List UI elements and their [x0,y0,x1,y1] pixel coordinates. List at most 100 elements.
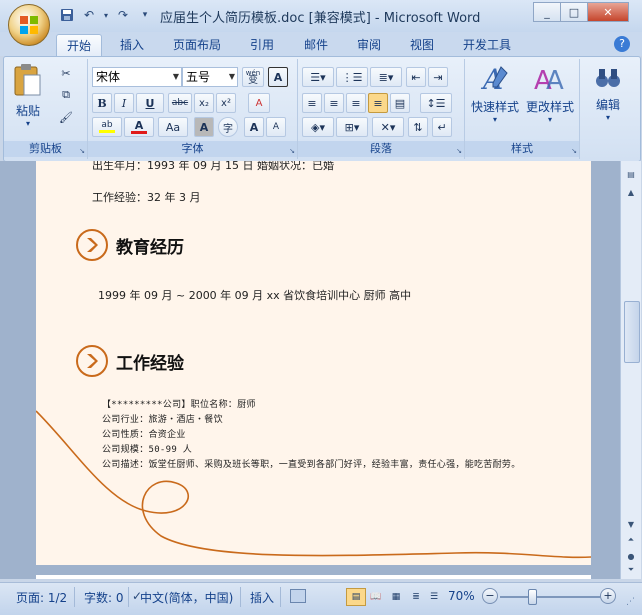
shrink-font-button[interactable]: A [266,117,286,137]
decrease-indent-button[interactable]: ⇤ [406,67,426,87]
title-bar: ↶ ▾ ↷ ▾ 应届生个人简历模板.doc [兼容模式] - Microsoft… [0,0,642,33]
highlight-button[interactable]: ab [92,117,122,137]
word-count[interactable]: 字数: 0 [84,589,124,606]
zoom-slider-thumb[interactable] [528,589,537,605]
font-name-combo[interactable]: 宋体 ▼ [92,67,182,87]
scroll-up-button[interactable]: ▲ [623,185,639,199]
outline-view-icon[interactable]: ≣ [406,588,426,606]
ruler-toggle-icon[interactable]: ▤ [623,167,639,181]
superscript-button[interactable]: x² [216,93,236,113]
print-layout-view-icon[interactable]: ▤ [346,588,366,606]
grow-font-button[interactable]: A [244,117,264,137]
scroll-down-button[interactable]: ▼ [623,517,639,531]
multilevel-list-button[interactable]: ≣▾ [370,67,402,87]
font-launcher-icon[interactable]: ↘ [289,147,295,155]
resize-grip-icon[interactable]: ⋰ [626,597,635,607]
strikethrough-button[interactable]: abc [168,93,192,113]
align-center-button[interactable]: ≡ [324,93,344,113]
scroll-thumb[interactable] [624,301,640,363]
justify-button[interactable]: ≡ [368,93,388,113]
full-screen-reading-icon[interactable]: 📖 [366,588,386,606]
underline-button[interactable]: U [136,93,164,113]
customize-qat-icon[interactable]: ▾ [136,6,154,24]
undo-dropdown-icon[interactable]: ▾ [102,6,110,24]
font-size-dropdown-icon[interactable]: ▼ [229,68,235,86]
paste-button[interactable]: 粘贴 ▾ [10,63,46,128]
bold-button[interactable]: B [92,93,112,113]
paste-icon [14,64,41,96]
shading-button[interactable]: ◈▾ [302,117,334,137]
tab-review[interactable]: 审阅 [347,34,391,56]
tab-developer[interactable]: 开发工具 [453,34,521,56]
tab-insert[interactable]: 插入 [110,34,154,56]
font-size-combo[interactable]: 五号 ▼ [182,67,238,87]
zoom-in-button[interactable]: + [600,588,616,604]
next-page-button[interactable]: ⏷ [623,563,639,577]
change-styles-dropdown-icon[interactable]: ▾ [523,115,577,124]
paragraph-group: ☰▾ ⋮☰ ≣▾ ⇤ ⇥ ≡ ≡ ≡ ≡ ▤ ↕☰ ◈▾ ⊞▾ ✕▾ ⇅ ↵ 段… [298,59,465,159]
font-name-dropdown-icon[interactable]: ▼ [173,68,179,86]
quick-styles-icon: A [480,63,508,96]
styles-launcher-icon[interactable]: ↘ [571,147,577,155]
change-styles-button[interactable]: AA 更改样式 ▾ [523,63,577,124]
zoom-out-button[interactable]: − [482,588,498,604]
quick-styles-dropdown-icon[interactable]: ▾ [469,115,521,124]
clear-formatting-button[interactable]: A [248,93,270,113]
browse-object-button[interactable]: ● [623,549,639,563]
align-left-button[interactable]: ≡ [302,93,322,113]
quick-styles-button[interactable]: A 快速样式 ▾ [469,63,521,124]
sort-button[interactable]: ⇅ [408,117,428,137]
italic-button[interactable]: I [114,93,134,113]
close-button[interactable]: ✕ [587,2,629,22]
clipboard-launcher-icon[interactable]: ↘ [79,147,85,155]
increase-indent-button[interactable]: ⇥ [428,67,448,87]
office-button[interactable] [8,4,50,46]
work-line: 公司规模：50-99 人 [102,445,193,455]
editing-button[interactable]: 编辑 ▾ [586,63,630,122]
language-indicator[interactable]: 中文(简体，中国) [140,589,233,606]
enclose-characters-button[interactable]: 字 [218,117,238,137]
change-case-button[interactable]: Aa [158,117,188,137]
draft-view-icon[interactable]: ☰ [424,588,444,606]
subscript-button[interactable]: x₂ [194,93,214,113]
show-marks-button[interactable]: ↵ [432,117,452,137]
macro-record-icon[interactable] [290,589,306,603]
zoom-slider-track[interactable] [500,596,600,598]
previous-page-button[interactable]: ⏶ [623,533,639,547]
numbering-button[interactable]: ⋮☰ [336,67,368,87]
insert-mode[interactable]: 插入 [250,589,274,606]
work-line: 公司描述：饭堂任厨师、采购及班长等职，一直受到各部门好评，经验丰富，责任心强，能… [102,460,521,470]
cut-icon[interactable]: ✂ [56,63,76,83]
document-page[interactable]: 出生年月：1993 年 09 月 15 日 婚姻状况：已婚 工作经验：32 年 … [36,161,591,565]
borders-button[interactable]: ⊞▾ [336,117,368,137]
font-color-button[interactable]: A [124,117,154,137]
redo-icon[interactable]: ↷ [114,6,132,24]
editing-dropdown-icon[interactable]: ▾ [586,113,630,122]
vertical-scrollbar[interactable]: ▤ ▲ ▼ ⏶ ● ⏷ [620,161,641,579]
chinese-layout-button[interactable]: ✕▾ [372,117,404,137]
tab-mailings[interactable]: 邮件 [294,34,338,56]
format-painter-icon[interactable]: 🖌 [56,107,76,127]
zoom-level[interactable]: 70% [448,589,475,603]
distributed-button[interactable]: ▤ [390,93,410,113]
minimize-button[interactable]: _ [533,2,561,22]
tab-view[interactable]: 视图 [400,34,444,56]
tab-page-layout[interactable]: 页面布局 [163,34,231,56]
copy-icon[interactable]: ⧉ [56,85,76,105]
character-border-button[interactable]: A [268,67,288,87]
align-right-button[interactable]: ≡ [346,93,366,113]
web-layout-icon[interactable]: ▦ [386,588,406,606]
undo-icon[interactable]: ↶ [80,6,98,24]
paste-dropdown-icon[interactable]: ▾ [10,119,46,128]
page-count[interactable]: 页面: 1/2 [16,589,67,606]
tab-references[interactable]: 引用 [240,34,284,56]
bullets-button[interactable]: ☰▾ [302,67,334,87]
line-spacing-button[interactable]: ↕☰ [420,93,452,113]
paragraph-launcher-icon[interactable]: ↘ [456,147,462,155]
tab-home[interactable]: 开始 [56,34,103,57]
maximize-button[interactable]: □ [560,2,588,22]
save-icon[interactable] [58,6,76,24]
phonetic-guide-button[interactable]: wén 变 [242,67,264,87]
help-icon[interactable]: ? [614,36,630,52]
character-shading-button[interactable]: A [194,117,214,137]
